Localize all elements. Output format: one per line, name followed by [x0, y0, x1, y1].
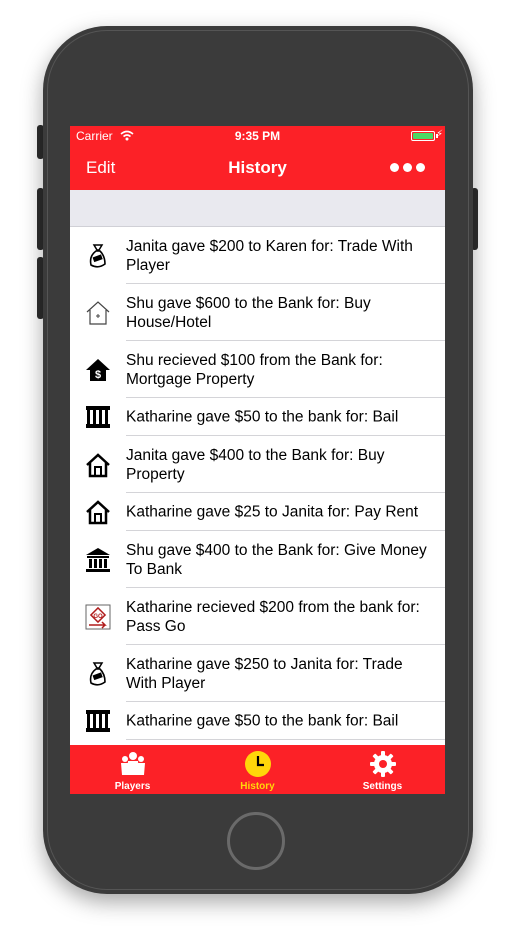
tab-players[interactable]: Players	[70, 745, 195, 794]
money-bag-icon	[84, 242, 112, 270]
history-text: Katharine gave $250 to Janita for: Trade…	[126, 655, 403, 692]
tab-bar: Players History Settings	[70, 745, 445, 794]
svg-text:GO: GO	[93, 614, 103, 620]
history-text: Shu recieved $100 from the Bank for: Mor…	[126, 351, 383, 388]
history-row[interactable]: Katharine gave $50 to the bank for: Bail	[70, 398, 445, 436]
section-header	[70, 190, 445, 227]
tab-settings[interactable]: Settings	[320, 745, 445, 794]
history-text: Katharine recieved $200 from the bank fo…	[126, 598, 420, 635]
tab-history[interactable]: History	[195, 745, 320, 794]
tab-label: Settings	[362, 781, 403, 792]
bank-icon	[84, 546, 112, 574]
go-tile-icon: GO	[84, 603, 112, 631]
mortgage-house-icon: $	[84, 356, 112, 384]
history-text: Janita gave $200 to Karen for: Trade Wit…	[126, 237, 413, 274]
home-button[interactable]	[227, 812, 285, 870]
history-text: Shu gave $600 to the Bank for: Buy House…	[126, 294, 371, 331]
svg-text:$: $	[95, 369, 101, 381]
page-title: History	[228, 158, 287, 177]
players-icon	[119, 750, 147, 778]
history-text: Katharine gave $50 to the bank for: Bail	[126, 712, 399, 730]
history-text: Katharine gave $50 to the bank for: Bail	[126, 408, 399, 426]
status-time: 9:35 PM	[234, 129, 281, 143]
history-list: Janita gave $200 to Karen for: Trade Wit…	[70, 227, 445, 740]
history-row[interactable]: Janita gave $400 to the Bank for: Buy Pr…	[70, 436, 445, 493]
history-row[interactable]: Katharine gave $25 to Janita for: Pay Re…	[70, 493, 445, 531]
jail-icon	[84, 707, 112, 735]
history-text: Janita gave $400 to the Bank for: Buy Pr…	[126, 446, 385, 483]
app-screen: Carrier 9:35 PM ⚡ Edit History Janita ga…	[70, 126, 445, 794]
house-icon	[84, 498, 112, 526]
history-text: Katharine gave $25 to Janita for: Pay Re…	[126, 503, 419, 521]
history-text: Shu gave $400 to the Bank for: Give Mone…	[126, 541, 427, 578]
tab-label: History	[240, 781, 275, 792]
history-row[interactable]: Shu gave $600 to the Bank for: Buy House…	[70, 284, 445, 341]
history-row[interactable]: $ Shu recieved $100 from the Bank for: M…	[70, 341, 445, 398]
navigation-bar: Edit History	[70, 146, 445, 190]
house-outline-icon	[84, 299, 112, 327]
history-row[interactable]: Katharine gave $250 to Janita for: Trade…	[70, 645, 445, 702]
jail-icon	[84, 403, 112, 431]
gear-icon	[369, 750, 397, 778]
status-bar: Carrier 9:35 PM ⚡	[70, 126, 445, 146]
money-bag-icon	[84, 660, 112, 688]
history-row[interactable]: Shu gave $400 to the Bank for: Give Mone…	[70, 531, 445, 588]
tab-label: Players	[114, 781, 151, 792]
clock-icon	[244, 750, 272, 778]
history-row[interactable]: Janita gave $200 to Karen for: Trade Wit…	[70, 227, 445, 284]
history-row[interactable]: Katharine gave $50 to the bank for: Bail	[70, 702, 445, 740]
ellipsis-icon[interactable]	[390, 163, 425, 172]
charging-icon: ⚡	[435, 129, 443, 140]
battery-icon	[411, 131, 435, 141]
history-row[interactable]: GO Katharine recieved $200 from the bank…	[70, 588, 445, 645]
house-icon	[84, 451, 112, 479]
